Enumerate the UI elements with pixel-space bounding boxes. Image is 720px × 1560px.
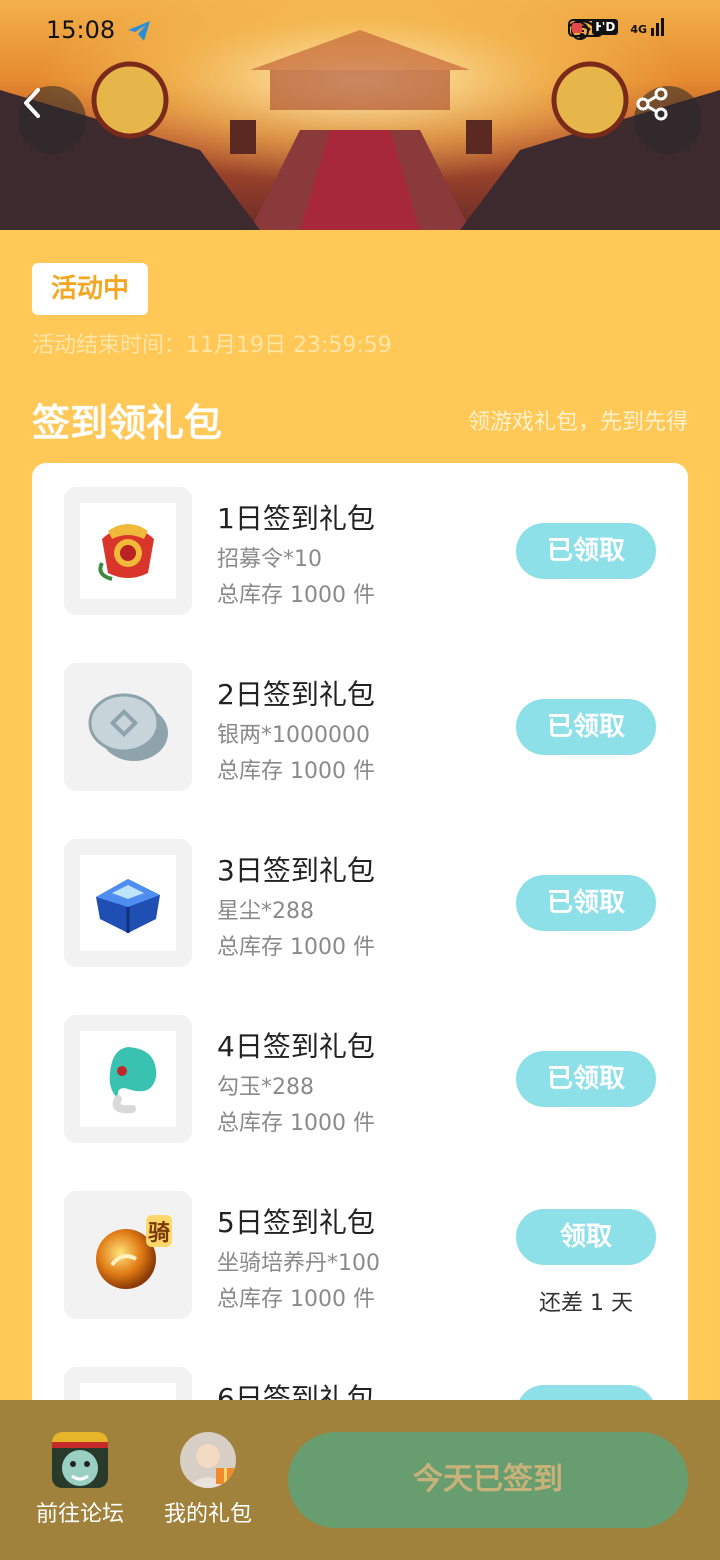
my-gifts-link[interactable]: 我的礼包 (148, 1432, 268, 1528)
gift-row-4: 4日签到礼包 勾玉*288 总库存 1000 件 已领取 (32, 991, 688, 1167)
network-type: 4G (630, 23, 647, 36)
gift-row-3: 3日签到礼包 星尘*288 总库存 1000 件 已领取 (32, 815, 688, 991)
gift-name: 3日签到礼包 (217, 854, 375, 887)
gift-row-5: 骑 5日签到礼包 坐骑培养丹*100 总库存 1000 件 领取 还差 1 天 (32, 1167, 688, 1343)
gift-row-2: 2日签到礼包 银两*1000000 总库存 1000 件 已领取 (32, 639, 688, 815)
gift-desc: 星尘*288 (217, 899, 314, 924)
gift-name: 5日签到礼包 (217, 1206, 375, 1239)
gift-stock: 总库存 1000 件 (217, 935, 375, 960)
gift-thumbnail (64, 663, 192, 791)
jade-magatama-icon (88, 1037, 168, 1121)
gift-name: 4日签到礼包 (217, 1030, 375, 1063)
section-title: 签到领礼包 (32, 401, 223, 445)
gift-thumbnail: 骑 (64, 1191, 192, 1319)
user-avatar (180, 1432, 236, 1488)
claimed-button[interactable]: 已领取 (516, 1051, 656, 1107)
gift-thumbnail (64, 1015, 192, 1143)
signal-icon: 4G (630, 18, 664, 36)
recruit-token-icon (88, 509, 168, 593)
gift-thumbnail (64, 487, 192, 615)
my-gifts-label: 我的礼包 (163, 1502, 252, 1527)
bottom-bar: 前往论坛 我的礼包 今天已签到 (0, 1400, 720, 1560)
gift-name: 1日签到礼包 (217, 502, 375, 535)
section-subtitle: 领游戏礼包，先到先得 (467, 410, 688, 435)
signed-today-button[interactable]: 今天已签到 (288, 1432, 688, 1528)
status-icons: HD 4G (568, 18, 676, 40)
claimed-button[interactable]: 已领取 (516, 699, 656, 755)
claim-button[interactable]: 领取 (516, 1209, 656, 1265)
gift-desc: 银两*1000000 (217, 723, 370, 748)
forum-label: 前往论坛 (35, 1502, 124, 1527)
mount-badge: 骑 (145, 1215, 172, 1247)
gift-stock: 总库存 1000 件 (217, 1287, 375, 1312)
gift-stock: 总库存 1000 件 (217, 1111, 375, 1136)
gift-name: 2日签到礼包 (217, 678, 375, 711)
gift-stock: 总库存 1000 件 (217, 759, 375, 784)
activity-status-badge: 活动中 (32, 263, 148, 315)
status-bar: 15:08 HD 4G (0, 0, 720, 64)
back-button[interactable] (18, 86, 86, 154)
gift-desc: 坐骑培养丹*100 (217, 1251, 380, 1276)
gift-row-1: 1日签到礼包 招募令*10 总库存 1000 件 已领取 (32, 463, 688, 639)
activity-end-time: 活动结束时间：11月19日 23:59:59 (32, 333, 392, 358)
status-time: 15:08 (46, 16, 116, 44)
header-banner: 15:08 HD 4G (0, 0, 720, 230)
days-remaining: 还差 1 天 (539, 1291, 633, 1316)
gift-desc: 勾玉*288 (217, 1075, 314, 1100)
gift-desc: 招募令*10 (217, 547, 322, 572)
gift-thumbnail (64, 839, 192, 967)
stardust-chest-icon (88, 861, 168, 945)
gift-stock: 总库存 1000 件 (217, 583, 375, 608)
forum-link[interactable]: 前往论坛 (20, 1432, 140, 1528)
share-button[interactable] (634, 86, 702, 154)
claimed-button[interactable]: 已领取 (516, 523, 656, 579)
gift-list: 1日签到礼包 招募令*10 总库存 1000 件 已领取 2日签到礼包 银两*1… (32, 463, 688, 1463)
silver-coin-icon (80, 677, 176, 777)
game-avatar-icon (52, 1432, 108, 1488)
mount-pill-icon: 骑 (88, 1215, 172, 1295)
claimed-button[interactable]: 已领取 (516, 875, 656, 931)
